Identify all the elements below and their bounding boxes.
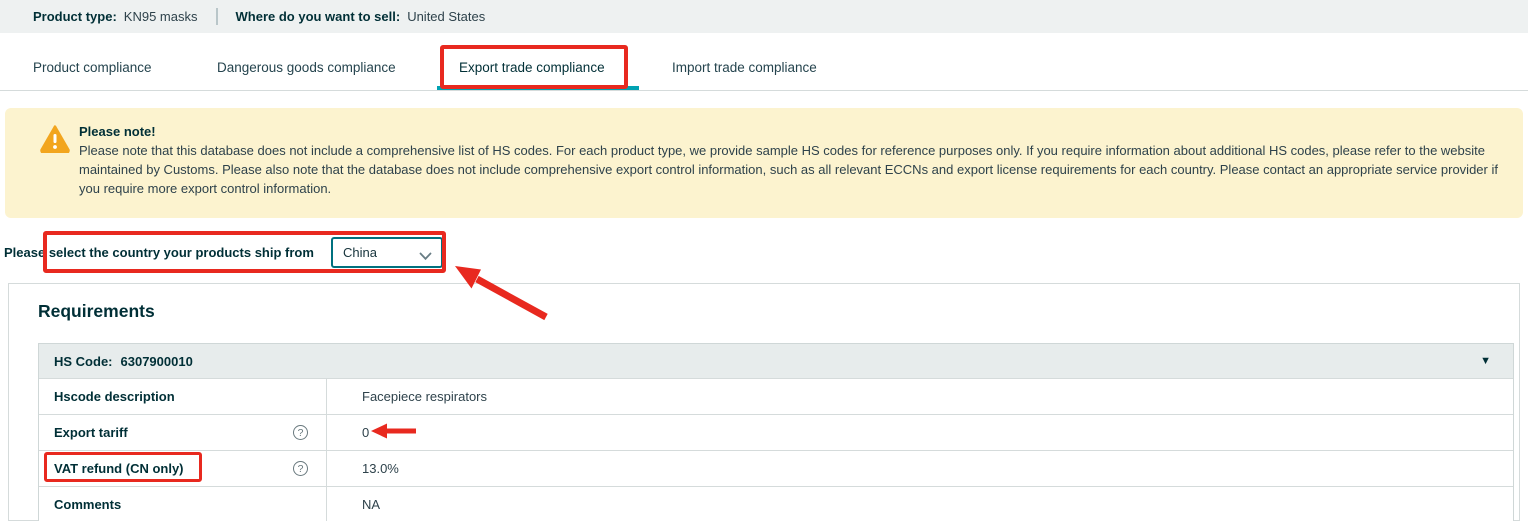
tab-product-compliance[interactable]: Product compliance [33,45,152,90]
row-value: 13.0% [327,451,1513,486]
requirements-heading: Requirements [38,301,155,322]
tab-import-trade-compliance[interactable]: Import trade compliance [672,45,817,90]
sell-destination-label: Where do you want to sell: [236,9,401,24]
table-row: Export tariff ? 0 [39,414,1513,450]
table-row: Comments NA [39,486,1513,521]
product-type-value: KN95 masks [124,9,198,24]
active-tab-underline [437,86,639,90]
hs-code-value: 6307900010 [121,354,193,369]
row-label: Comments [54,497,121,512]
warning-triangle-icon [40,125,70,158]
sell-destination-value: United States [407,9,485,24]
tab-export-trade-compliance[interactable]: Export trade compliance [459,45,605,90]
table-row: Hscode description Facepiece respirators [39,378,1513,414]
tab-dangerous-goods-compliance[interactable]: Dangerous goods compliance [217,45,396,90]
notice-body: Please note that this database does not … [79,141,1511,198]
row-value: NA [327,487,1513,521]
export-trade-compliance-page: Product type: KN95 masks Where do you wa… [0,0,1528,521]
row-label: VAT refund (CN only) [54,461,184,476]
row-label: Hscode description [54,389,175,404]
row-value: Facepiece respirators [327,379,1513,414]
product-type-label: Product type: [33,9,117,24]
row-value: 0 [327,415,1513,450]
collapse-caret-icon[interactable]: ▼ [1480,344,1491,378]
vertical-divider [216,8,218,25]
tabbar-divider [0,90,1528,91]
ship-from-selected-value: China [333,245,377,260]
context-bar: Product type: KN95 masks Where do you wa… [0,0,1528,33]
requirements-table: HS Code: 6307900010 ▼ Hscode description… [38,343,1514,521]
row-label: Export tariff [54,425,128,440]
help-icon[interactable]: ? [293,461,308,476]
table-row: VAT refund (CN only) ? 13.0% [39,450,1513,486]
ship-from-label: Please select the country your products … [4,237,314,268]
notice-title: Please note! [79,122,1511,141]
notice-banner: Please note! Please note that this datab… [5,108,1523,218]
hs-code-header-row: HS Code: 6307900010 ▼ [39,344,1513,378]
help-icon[interactable]: ? [293,425,308,440]
hs-code-label: HS Code: [54,354,113,369]
chevron-down-icon [419,249,432,264]
requirements-panel: Requirements HS Code: 6307900010 ▼ Hscod… [8,283,1520,521]
ship-from-country-select[interactable]: China [331,237,443,268]
